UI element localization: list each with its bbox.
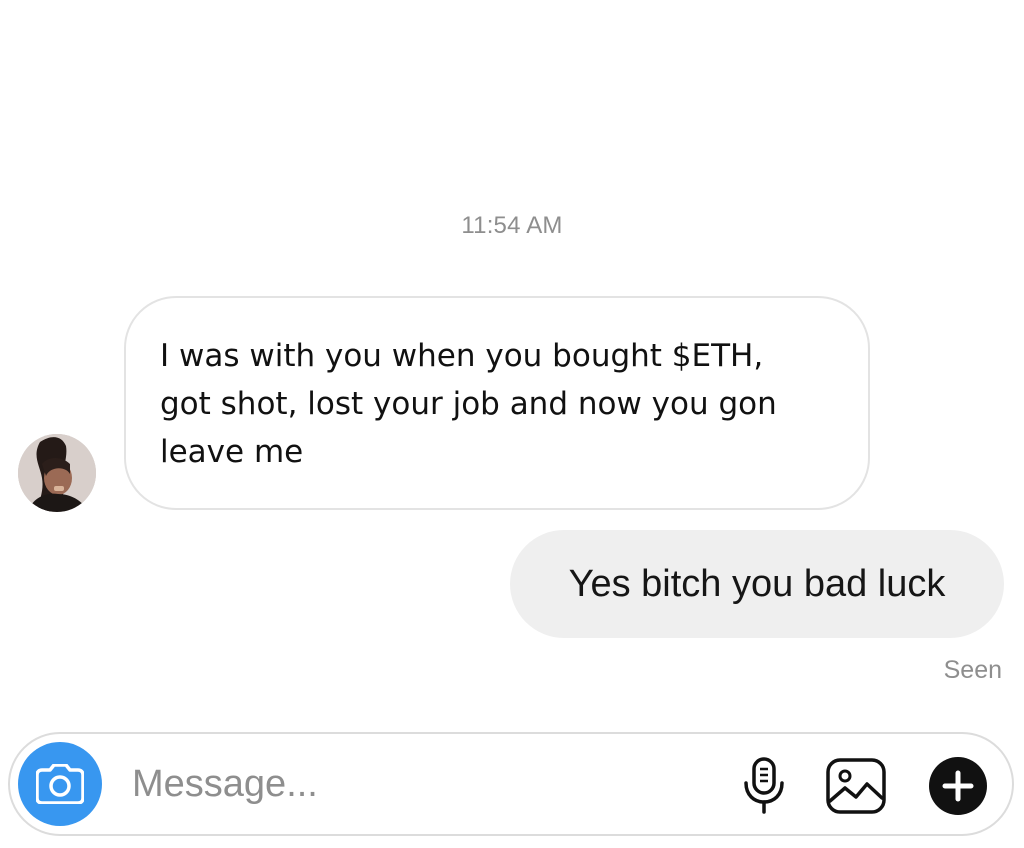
more-options-button[interactable] bbox=[926, 754, 990, 818]
seen-receipt: Seen bbox=[943, 656, 1002, 684]
avatar[interactable] bbox=[18, 434, 96, 512]
message-input[interactable] bbox=[132, 734, 692, 834]
incoming-message-line: leave me bbox=[160, 434, 304, 470]
gallery-button[interactable] bbox=[824, 754, 888, 818]
camera-button[interactable] bbox=[18, 742, 102, 826]
camera-icon bbox=[36, 764, 84, 804]
direct-message-thread: 11:54 AM I was with you when you bought … bbox=[0, 0, 1024, 848]
plus-icon bbox=[929, 757, 987, 815]
outgoing-message-text: Yes bitch you bad luck bbox=[568, 563, 946, 605]
message-composer bbox=[8, 732, 1014, 836]
image-icon bbox=[826, 758, 886, 814]
incoming-message-bubble[interactable]: I was with you when you bought $ETH, got… bbox=[124, 296, 870, 510]
message-timestamp: 11:54 AM bbox=[461, 212, 563, 239]
microphone-icon bbox=[744, 757, 784, 814]
incoming-message-line: I was with you when you bought $ETH, bbox=[160, 338, 764, 374]
incoming-message-line: got shot, lost your job and now you gon bbox=[160, 386, 777, 422]
voice-message-button[interactable] bbox=[732, 754, 796, 818]
avatar-photo bbox=[18, 434, 96, 512]
outgoing-message-bubble[interactable]: Yes bitch you bad luck bbox=[510, 530, 1004, 638]
